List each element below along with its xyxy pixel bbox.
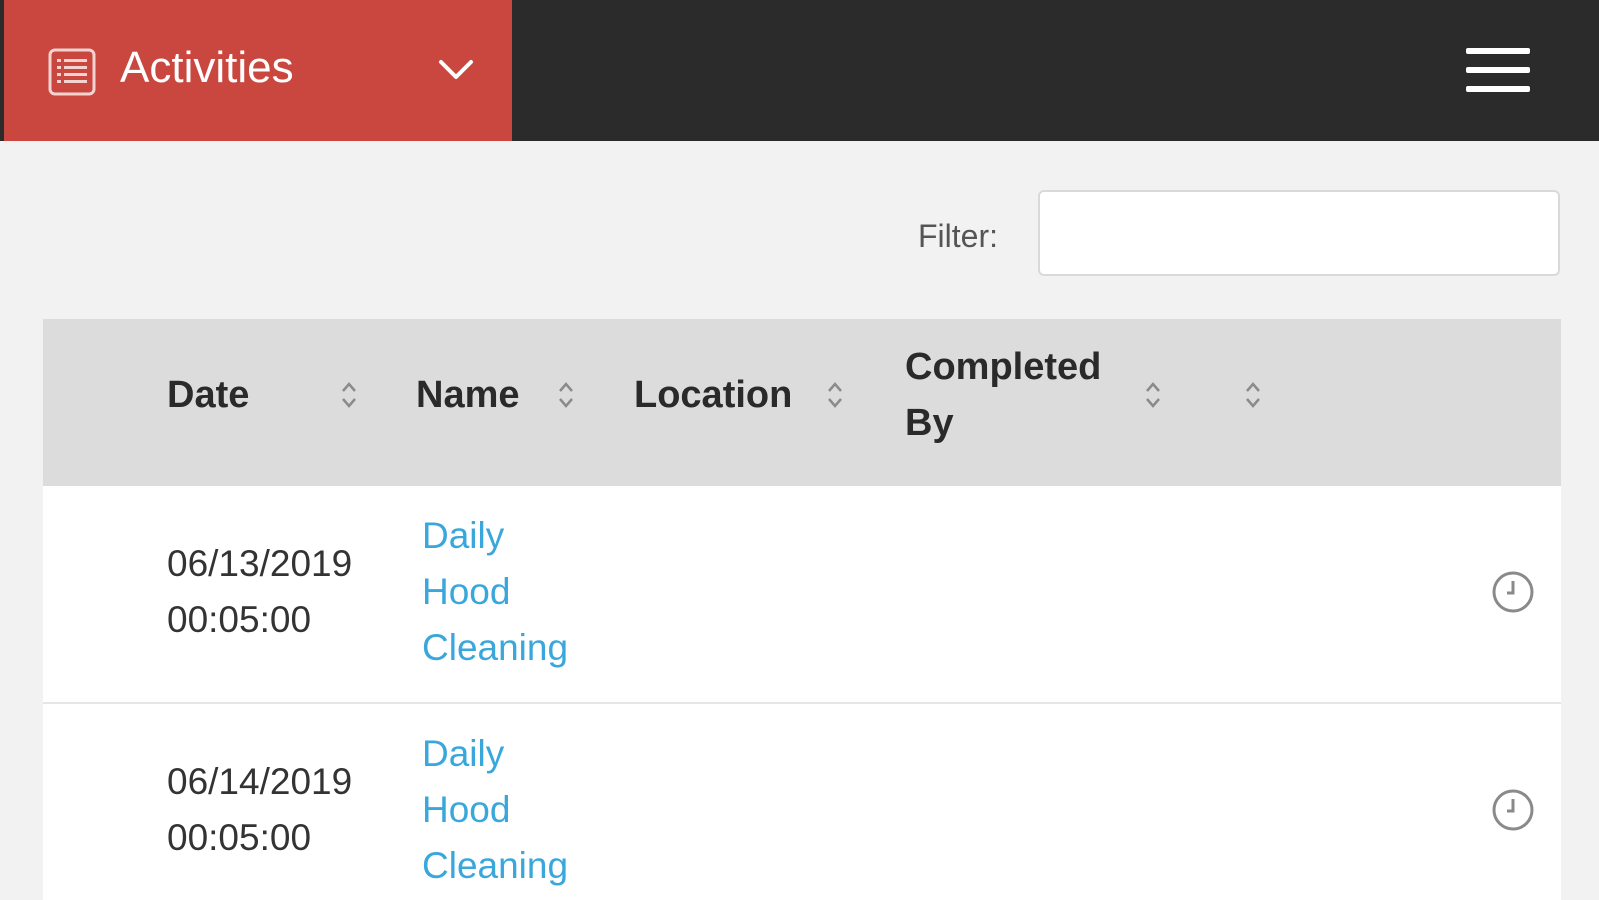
date-text: 06/13/2019	[167, 543, 353, 584]
column-header-location[interactable]: Location	[634, 367, 792, 423]
table-header: Date Name Location Completed By	[43, 319, 1561, 486]
date-cell: 06/13/2019 00:05:00	[167, 536, 352, 648]
column-header-completed-by-line1: Completed	[905, 346, 1102, 388]
sort-icon[interactable]	[1243, 379, 1263, 411]
activity-name-link[interactable]: Daily Hood Cleaning	[422, 726, 592, 894]
sort-icon[interactable]	[1143, 379, 1163, 411]
module-switcher-button[interactable]: Activities	[4, 0, 512, 141]
module-title: Activities	[120, 43, 294, 92]
list-document-icon	[48, 48, 96, 96]
filter-label: Filter:	[918, 218, 998, 254]
activity-name-link[interactable]: Daily Hood Cleaning	[422, 508, 592, 676]
sort-icon[interactable]	[339, 379, 359, 411]
activity-name-line: Daily	[422, 733, 505, 774]
hamburger-menu-icon[interactable]	[1466, 46, 1530, 94]
sort-icon[interactable]	[825, 379, 845, 411]
activity-name-line: Hood	[422, 789, 511, 830]
sort-icon[interactable]	[556, 379, 576, 411]
activities-table: Date Name Location Completed By 06/13/20…	[43, 319, 1561, 900]
top-bar: Activities	[0, 0, 1599, 141]
activity-name-line: Daily	[422, 515, 505, 556]
date-cell: 06/14/2019 00:05:00	[167, 754, 352, 866]
clock-icon[interactable]	[1490, 569, 1536, 615]
column-header-name[interactable]: Name	[416, 367, 520, 423]
date-text: 06/14/2019	[167, 761, 353, 802]
activity-name-line: Cleaning	[422, 627, 569, 668]
activity-name-line: Hood	[422, 571, 511, 612]
chevron-down-icon	[439, 60, 473, 79]
column-header-completed-by[interactable]: Completed By	[905, 339, 1101, 451]
filter-input[interactable]	[1038, 190, 1560, 276]
activity-name-line: Cleaning	[422, 845, 569, 886]
column-header-completed-by-line2: By	[905, 402, 954, 444]
table-row: 06/13/2019 00:05:00 Daily Hood Cleaning	[43, 486, 1561, 704]
column-header-date[interactable]: Date	[167, 367, 249, 423]
table-row: 06/14/2019 00:05:00 Daily Hood Cleaning	[43, 704, 1561, 900]
time-text: 00:05:00	[167, 599, 312, 640]
time-text: 00:05:00	[167, 817, 312, 858]
clock-icon[interactable]	[1490, 787, 1536, 833]
